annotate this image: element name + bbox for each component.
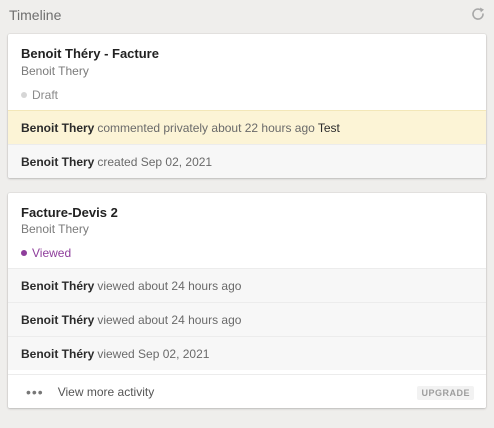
activity-row: Benoit Théry viewed about 24 hours ago (8, 268, 486, 302)
activity-row: Benoit Théry viewed about 24 hours ago (8, 302, 486, 336)
activity-row: Benoit Thery created Sep 02, 2021 (8, 144, 486, 178)
status-badge: Draft (21, 88, 58, 102)
activity-action: commented privately about 22 hours ago (97, 120, 315, 135)
activity-comment: Test (317, 120, 340, 135)
activity-action: created Sep 02, 2021 (97, 154, 213, 169)
upgrade-badge[interactable]: UPGRADE (417, 386, 474, 400)
status-badge: Viewed (21, 246, 71, 260)
document-title[interactable]: Benoit Théry - Facture (21, 46, 159, 61)
activity-actor: Benoit Thery (21, 154, 95, 169)
activity-actor: Benoit Théry (21, 278, 95, 293)
activity-action: viewed about 24 hours ago (97, 278, 242, 293)
document-owner: Benoit Thery (21, 222, 89, 236)
status-label: Viewed (32, 246, 72, 260)
document-owner: Benoit Thery (21, 64, 89, 78)
document-title[interactable]: Facture-Devis 2 (21, 205, 118, 220)
activity-actor: Benoit Théry (21, 346, 95, 361)
status-label: Draft (32, 88, 59, 102)
activity-action: viewed about 24 hours ago (97, 312, 242, 327)
activity-row: Benoit Théry viewed Sep 02, 2021 (8, 336, 486, 370)
document-card[interactable]: Benoit Théry - Facture Benoit Thery Draf… (8, 34, 486, 178)
document-card[interactable]: Facture-Devis 2 Benoit Thery Viewed Beno… (8, 193, 486, 408)
timeline-title: Timeline (9, 7, 62, 23)
activity-actor: Benoit Théry (21, 312, 95, 327)
view-more-label[interactable]: View more activity (58, 385, 154, 399)
timeline-header: Timeline (0, 0, 494, 30)
activity-actor: Benoit Thery (21, 120, 95, 135)
activity-action: viewed Sep 02, 2021 (97, 346, 210, 361)
refresh-icon[interactable] (470, 6, 486, 22)
status-dot-icon (21, 92, 27, 98)
more-dots-icon: ••• (26, 383, 44, 400)
view-more-activity-link[interactable]: ••• View more activity UPGRADE (8, 374, 486, 408)
activity-row: Benoit Thery commented privately about 2… (8, 110, 486, 144)
status-dot-icon (21, 250, 27, 256)
